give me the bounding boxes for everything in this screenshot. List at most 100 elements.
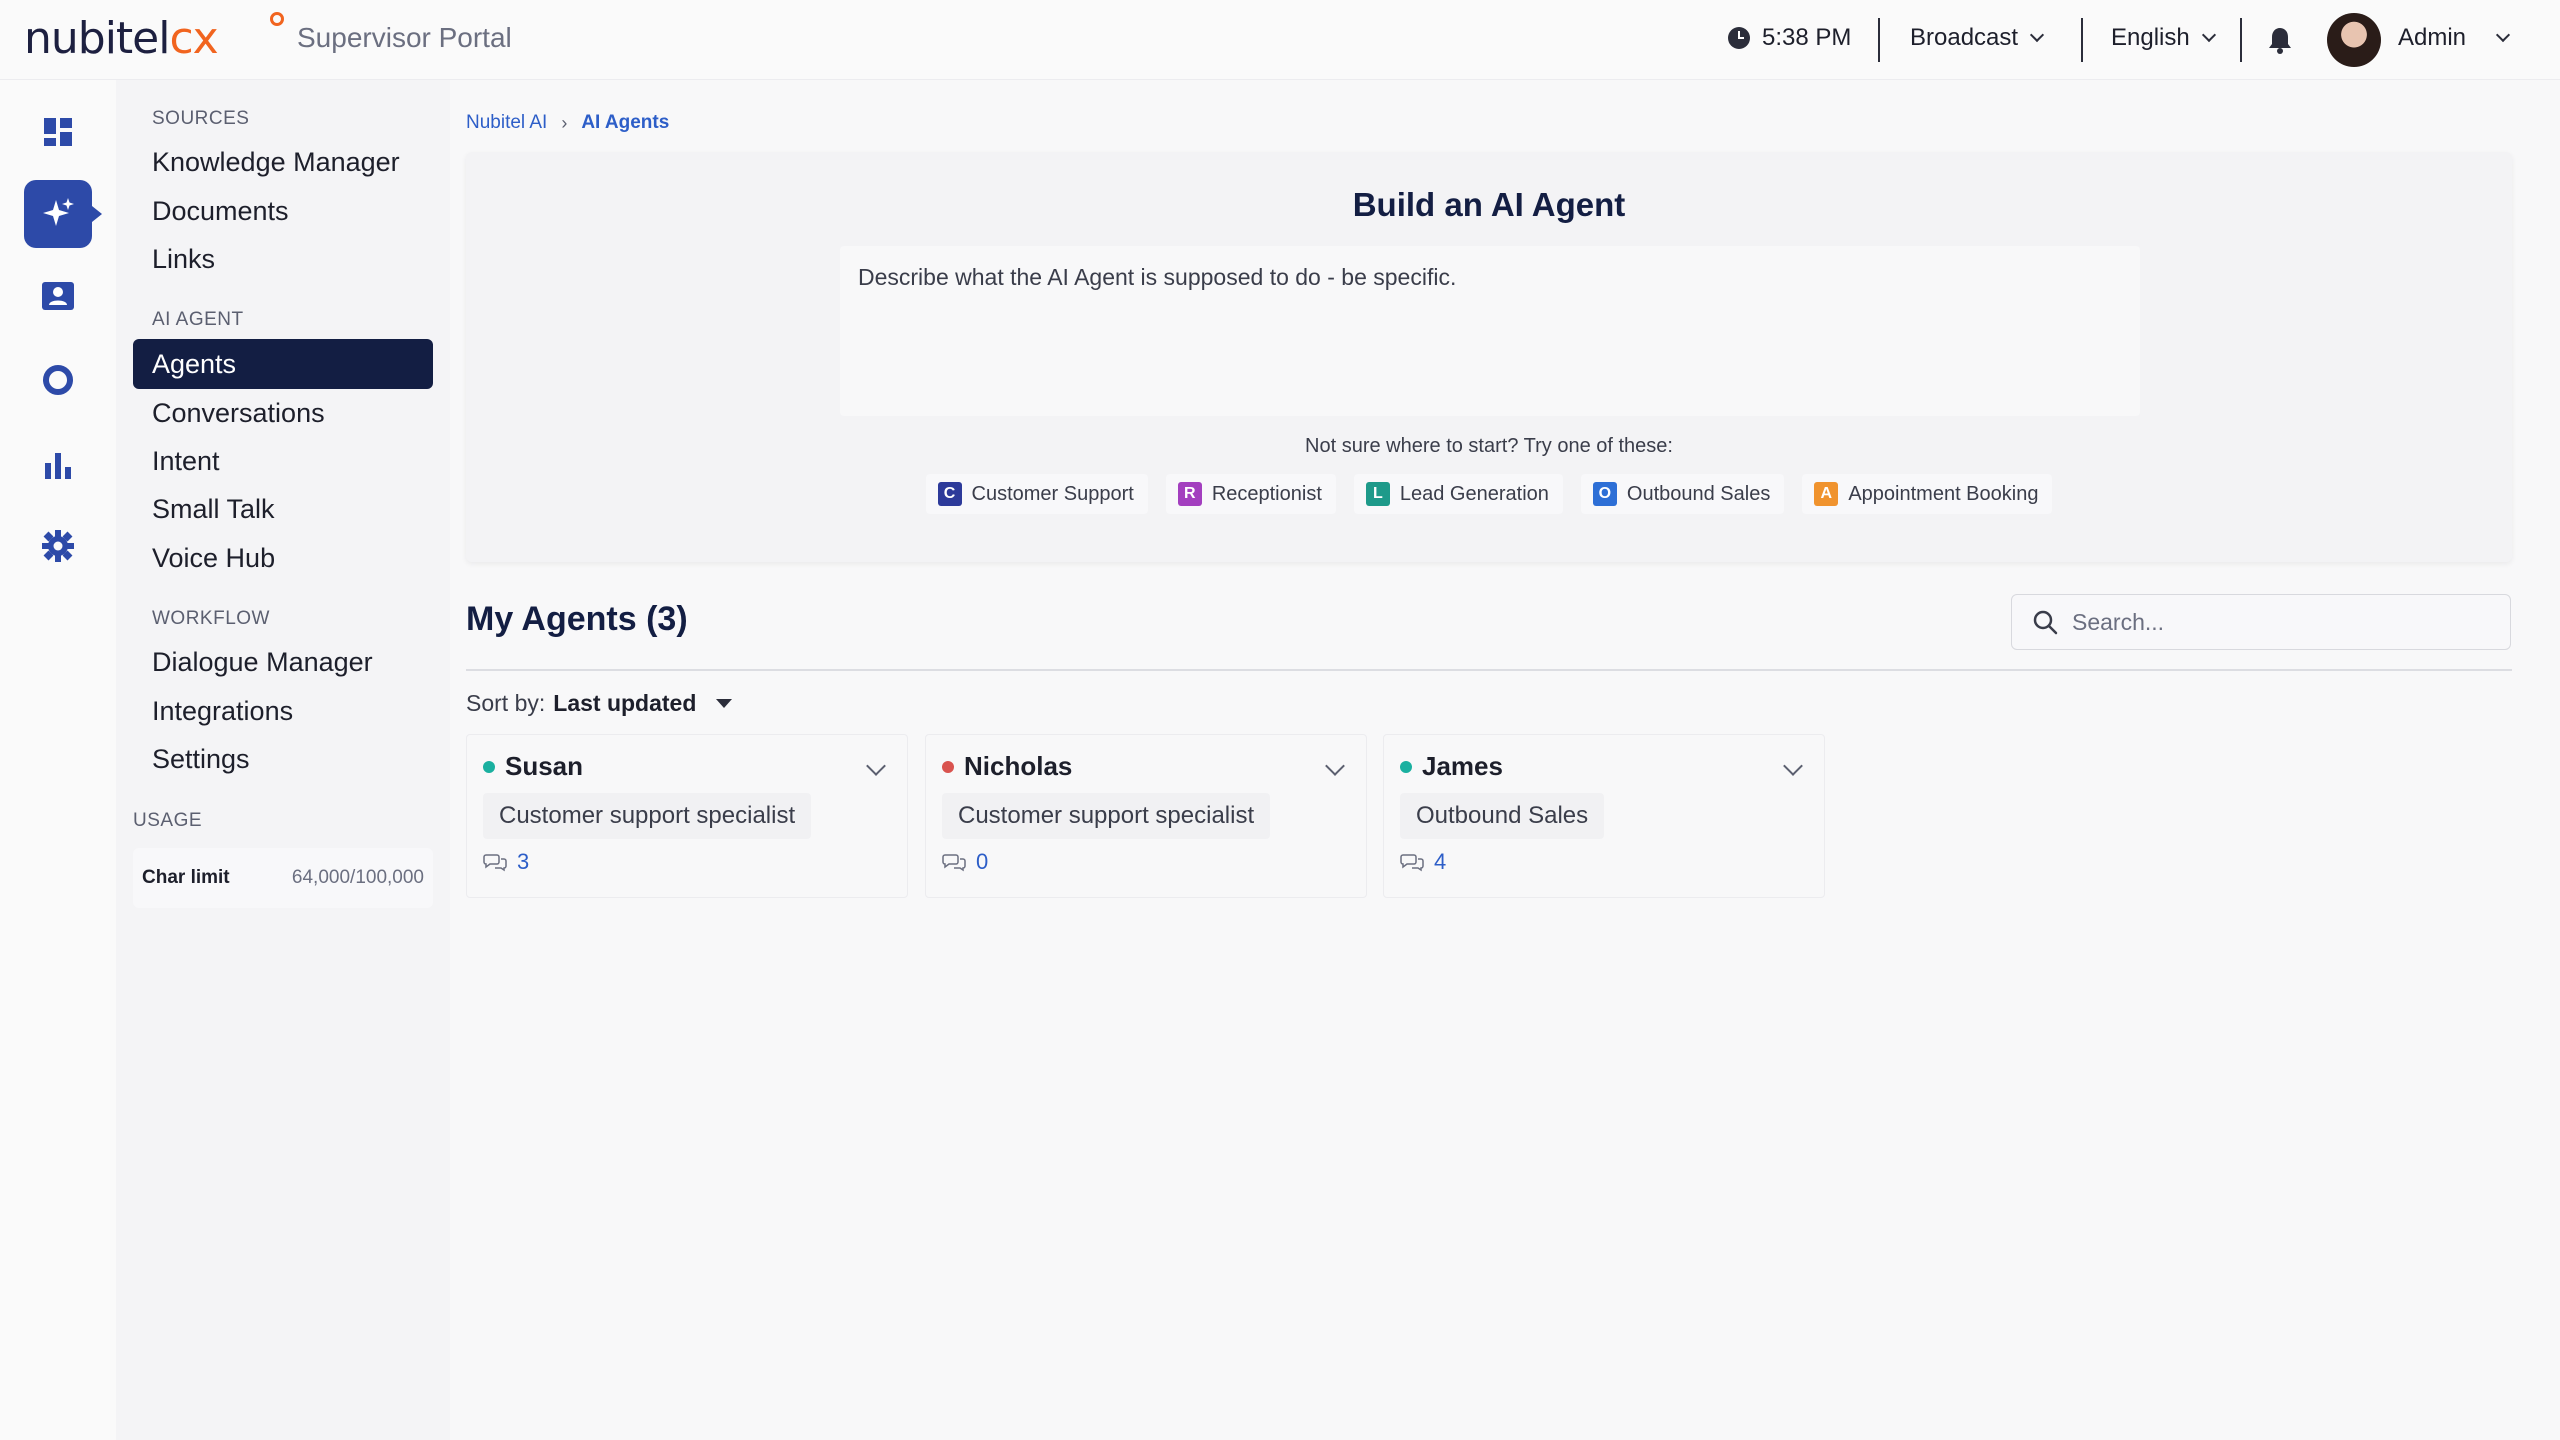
language-dropdown[interactable]: English xyxy=(2111,24,2216,52)
ring-icon[interactable] xyxy=(24,346,92,414)
nav-integrations[interactable]: Integrations xyxy=(133,686,433,736)
nav-documents[interactable]: Documents xyxy=(133,186,433,236)
chevron-down-icon xyxy=(2201,27,2216,43)
template-badge: C xyxy=(937,482,962,506)
agent-name: Nicholas xyxy=(942,751,1072,782)
chat-bubbles-icon xyxy=(1400,854,1424,872)
nav-conversations[interactable]: Conversations xyxy=(133,388,433,438)
nav-agents[interactable]: Agents xyxy=(133,339,433,389)
chevron-down-icon[interactable] xyxy=(1325,756,1345,776)
conversation-count-value: 3 xyxy=(517,849,530,874)
nubitel-logo[interactable]: nubitelcx xyxy=(24,12,284,64)
usage-char-limit: Char limit 64,000/100,000 xyxy=(133,848,433,908)
conversation-count[interactable]: 3 xyxy=(483,849,529,875)
template-hint: Not sure where to start? Try one of thes… xyxy=(1305,435,1673,457)
nav-voice-hub[interactable]: Voice Hub xyxy=(133,533,433,583)
agent-card-nicholas[interactable]: Nicholas Customer support specialist 0 xyxy=(925,734,1367,898)
broadcast-dropdown[interactable]: Broadcast xyxy=(1910,24,2045,52)
agent-search xyxy=(2011,594,2511,650)
build-agent-card: Build an AI Agent Not sure where to star… xyxy=(466,152,2512,562)
agent-name-text: Susan xyxy=(505,751,584,781)
agent-name: Susan xyxy=(483,751,583,782)
icon-rail xyxy=(0,80,116,1440)
template-label: Outbound Sales xyxy=(1626,482,1771,505)
agent-role-tag: Outbound Sales xyxy=(1400,793,1605,839)
breadcrumb-current: AI Agents xyxy=(581,112,670,133)
nav-dialogue-manager[interactable]: Dialogue Manager xyxy=(133,637,433,687)
chevron-down-icon xyxy=(2029,27,2045,43)
breadcrumb-separator-icon: › xyxy=(561,112,568,133)
divider xyxy=(2081,18,2083,62)
agent-name: James xyxy=(1400,751,1503,782)
clock-icon xyxy=(1728,27,1750,49)
breadcrumb-root[interactable]: Nubitel AI xyxy=(466,112,547,134)
nav-small-talk[interactable]: Small Talk xyxy=(133,484,433,534)
template-badge: R xyxy=(1177,482,1202,506)
agent-role-tag: Customer support specialist xyxy=(942,793,1271,839)
template-customer-support[interactable]: C Customer Support xyxy=(925,474,1148,514)
sort-dropdown[interactable]: Sort by: Last updated xyxy=(466,690,733,717)
chat-bubbles-icon xyxy=(483,854,507,872)
agent-card-james[interactable]: James Outbound Sales 4 xyxy=(1383,734,1825,898)
language-label: English xyxy=(2111,24,2190,51)
template-label: Appointment Booking xyxy=(1848,482,2039,505)
template-outbound-sales[interactable]: O Outbound Sales xyxy=(1580,474,1785,514)
chevron-down-icon[interactable] xyxy=(1783,756,1803,776)
nav-knowledge-manager[interactable]: Knowledge Manager xyxy=(133,137,433,187)
logo-text-nubitel: nubitel xyxy=(24,13,170,64)
status-dot-icon xyxy=(483,760,495,773)
bell-icon[interactable] xyxy=(2267,26,2293,54)
logo-text-cx: cx xyxy=(169,13,218,64)
breadcrumb: Nubitel AI › AI Agents xyxy=(466,112,669,134)
template-label: Receptionist xyxy=(1211,482,1322,505)
template-label: Customer Support xyxy=(971,482,1134,505)
divider xyxy=(1878,18,1880,62)
logo-dot-icon xyxy=(270,12,284,26)
agent-role-tag: Customer support specialist xyxy=(483,793,812,839)
nav-links[interactable]: Links xyxy=(133,234,433,284)
usage-heading: USAGE xyxy=(133,810,203,831)
chat-bubbles-icon xyxy=(942,854,966,872)
portal-title: Supervisor Portal xyxy=(297,22,512,53)
status-dot-icon xyxy=(1400,760,1412,773)
workflow-heading: WORKFLOW xyxy=(152,608,270,629)
dashboard-icon[interactable] xyxy=(24,98,92,166)
conversation-count[interactable]: 4 xyxy=(1400,849,1446,875)
template-lead-generation[interactable]: L Lead Generation xyxy=(1353,474,1563,514)
chevron-down-icon[interactable] xyxy=(866,756,886,776)
contact-card-icon[interactable] xyxy=(24,262,92,330)
agent-description-input[interactable] xyxy=(840,246,2140,416)
conversation-count[interactable]: 0 xyxy=(942,849,988,875)
top-bar: nubitelcx Supervisor Portal 5:38 PM Broa… xyxy=(0,0,2560,80)
section-divider xyxy=(466,669,2512,671)
user-menu[interactable]: Admin xyxy=(2398,24,2511,52)
status-dot-icon xyxy=(942,760,954,773)
broadcast-label: Broadcast xyxy=(1910,24,2019,51)
divider xyxy=(2240,18,2242,62)
bar-chart-icon[interactable] xyxy=(24,430,92,498)
template-chips: C Customer Support R Receptionist L Lead… xyxy=(466,474,2512,514)
template-appointment-booking[interactable]: A Appointment Booking xyxy=(1802,474,2053,514)
conversation-count-value: 4 xyxy=(1434,849,1447,874)
sort-label: Sort by: xyxy=(466,690,546,716)
template-badge: L xyxy=(1365,482,1390,506)
ai-sparkle-icon[interactable] xyxy=(24,180,102,248)
sidebar: SOURCES Knowledge Manager Documents Link… xyxy=(116,80,450,1440)
search-input[interactable] xyxy=(2072,608,2492,636)
sources-heading: SOURCES xyxy=(152,108,250,129)
template-badge: O xyxy=(1592,482,1617,506)
chevron-down-icon xyxy=(2495,27,2511,43)
user-name: Admin xyxy=(2398,24,2467,51)
nav-settings[interactable]: Settings xyxy=(133,734,433,784)
template-receptionist[interactable]: R Receptionist xyxy=(1165,474,1336,514)
agent-name-text: James xyxy=(1422,751,1503,781)
template-label: Lead Generation xyxy=(1399,482,1549,505)
clock: 5:38 PM xyxy=(1728,24,1851,52)
usage-label: Char limit xyxy=(142,867,230,888)
settings-gear-icon[interactable] xyxy=(24,512,92,580)
avatar[interactable] xyxy=(2327,13,2381,67)
nav-intent[interactable]: Intent xyxy=(133,436,433,486)
agent-name-text: Nicholas xyxy=(964,751,1073,781)
agent-card-susan[interactable]: Susan Customer support specialist 3 xyxy=(466,734,908,898)
my-agents-title: My Agents (3) xyxy=(466,600,688,638)
